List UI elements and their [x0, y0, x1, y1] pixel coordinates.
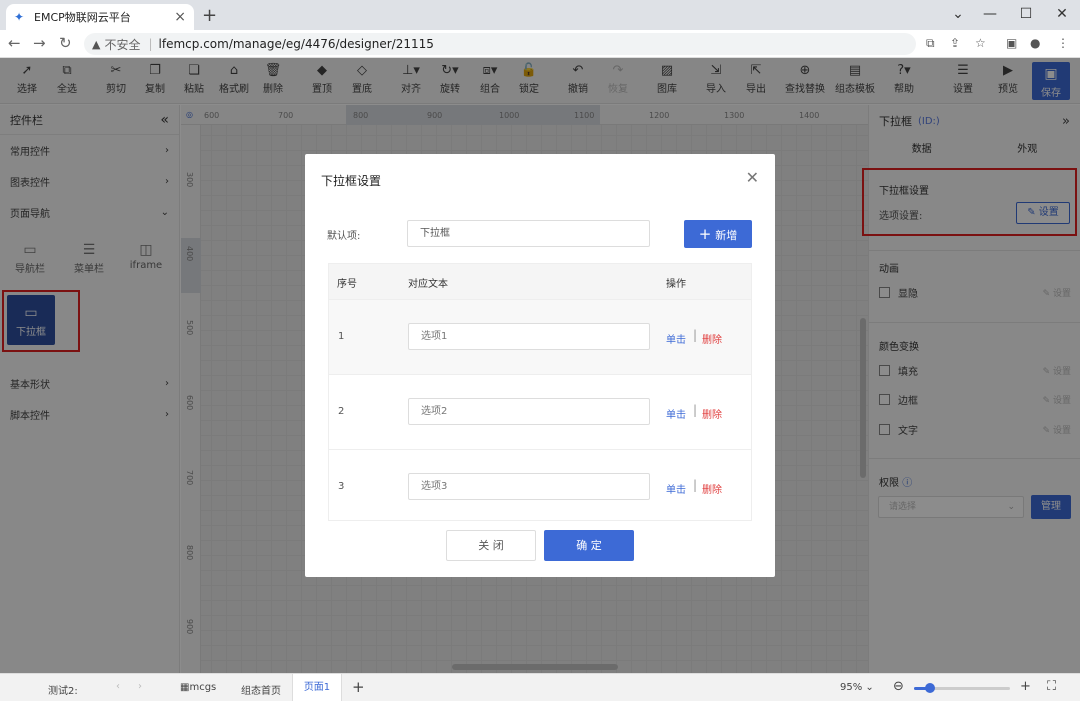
tab-search-icon[interactable]: ⌄: [940, 0, 976, 30]
back-icon[interactable]: ←: [8, 34, 21, 52]
column-header-no: 序号: [337, 279, 357, 290]
delete-link[interactable]: 删除: [702, 481, 722, 496]
confirm-button[interactable]: 确 定: [544, 530, 634, 561]
row-number: 3: [338, 481, 345, 492]
add-label: 新增: [715, 229, 738, 242]
dialog-title: 下拉框设置: [321, 174, 382, 188]
click-link[interactable]: 单击: [666, 331, 686, 346]
zoom-level[interactable]: 95% ⌄: [840, 682, 874, 693]
translate-icon[interactable]: ⧉: [926, 36, 935, 51]
minimize-button[interactable]: —: [972, 0, 1008, 30]
bookmark-star-icon[interactable]: ☆: [975, 36, 986, 50]
tab-label: mcgs: [189, 682, 217, 693]
table-row: 3 选项3 单击 | 删除: [329, 449, 751, 524]
default-item-label: 默认项:: [327, 231, 361, 242]
options-table: 序号 对应文本 操作 1 选项1 单击 | 删除 2 选项2 单击 | 删除 3…: [328, 263, 752, 521]
sidepanel-icon[interactable]: ▣: [1006, 36, 1017, 50]
add-option-button[interactable]: + 新增: [684, 220, 752, 248]
delete-link[interactable]: 删除: [702, 331, 722, 346]
table-header: 序号 对应文本 操作: [329, 264, 751, 299]
tab-close-icon[interactable]: ×: [174, 9, 186, 25]
warning-icon: ▲: [92, 37, 101, 51]
option-text-input[interactable]: 选项2: [408, 398, 650, 425]
test-label: 测试2:: [48, 686, 78, 697]
profile-icon[interactable]: ●: [1030, 36, 1040, 50]
click-link[interactable]: 单击: [666, 406, 686, 421]
close-icon[interactable]: ✕: [746, 168, 759, 187]
page-tab-mcgs[interactable]: ▦mcgs: [180, 682, 216, 693]
column-header-text: 对应文本: [408, 279, 448, 290]
new-tab-icon[interactable]: +: [202, 5, 217, 26]
plus-icon: +: [698, 225, 712, 243]
maximize-button[interactable]: ☐: [1008, 0, 1044, 30]
action-separator: |: [693, 328, 698, 342]
default-item-input[interactable]: 下拉框: [407, 220, 650, 247]
insecure-label: 不安全: [104, 37, 141, 52]
url-input[interactable]: ▲ 不安全 | lfemcp.com/manage/eg/4476/design…: [84, 33, 916, 55]
zoom-label: 95%: [840, 682, 863, 693]
table-row: 1 选项1 单击 | 删除: [329, 299, 751, 374]
option-text-input[interactable]: 选项3: [408, 473, 650, 500]
row-number: 2: [338, 406, 345, 417]
click-link[interactable]: 单击: [666, 481, 686, 496]
url-separator: |: [148, 37, 153, 51]
browser-tabbar: ✦ EMCP物联网云平台 × + ⌄ — ☐ ✕: [0, 0, 1080, 30]
delete-link[interactable]: 删除: [702, 406, 722, 421]
action-separator: |: [693, 403, 698, 417]
page-tab-page1[interactable]: 页面1: [292, 673, 342, 701]
fullscreen-icon[interactable]: ⛶: [1047, 679, 1056, 694]
add-page-icon[interactable]: +: [352, 678, 365, 696]
share-icon[interactable]: ⇪: [950, 36, 960, 50]
forward-icon[interactable]: →: [33, 34, 46, 52]
close-button[interactable]: 关 闭: [446, 530, 536, 561]
reload-icon[interactable]: ↻: [59, 34, 72, 52]
next-page-icon[interactable]: ›: [138, 681, 142, 692]
zoom-in-icon[interactable]: +: [1020, 679, 1031, 694]
url-text: lfemcp.com/manage/eg/4476/designer/21115: [158, 37, 434, 51]
zoom-out-icon[interactable]: ⊖: [893, 679, 904, 694]
column-header-action: 操作: [666, 279, 686, 290]
close-window-button[interactable]: ✕: [1044, 0, 1080, 30]
menu-icon[interactable]: ⋮: [1057, 36, 1069, 50]
row-number: 1: [338, 331, 345, 342]
dropdown-settings-dialog: 下拉框设置 ✕ 默认项: 下拉框 + 新增 序号 对应文本 操作 1 选项1 单击…: [305, 154, 775, 577]
prev-page-icon[interactable]: ‹: [116, 681, 120, 692]
option-text-input[interactable]: 选项1: [408, 323, 650, 350]
tab-title: EMCP物联网云平台: [34, 11, 131, 24]
action-separator: |: [693, 478, 698, 492]
address-bar: ← → ↻ ▲ 不安全 | lfemcp.com/manage/eg/4476/…: [0, 30, 1080, 58]
page-tab-home[interactable]: 组态首页: [241, 682, 281, 697]
browser-tab[interactable]: ✦ EMCP物联网云平台 ×: [6, 4, 194, 30]
table-row: 2 选项2 单击 | 删除: [329, 374, 751, 449]
emcp-logo-icon: ✦: [14, 10, 25, 24]
